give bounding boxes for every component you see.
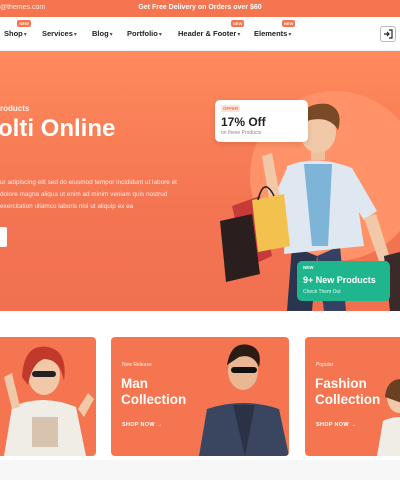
- man-model-image: [199, 344, 289, 456]
- collection-kicker: Popular: [316, 362, 334, 368]
- offer-title: 17% Off: [221, 115, 266, 129]
- section-divider: [0, 460, 400, 480]
- chevron-down-icon: ▾: [158, 32, 162, 38]
- woman-model-image: [4, 346, 94, 456]
- nav-item-blog[interactable]: Blog▾: [92, 29, 113, 38]
- new-badge: NEW: [282, 20, 296, 27]
- nav-item-shop[interactable]: Shop▾ NEW: [4, 20, 31, 38]
- nav-item-portfolio[interactable]: Portfolio▾: [127, 29, 162, 38]
- new-badge: NEW: [17, 20, 31, 27]
- hero-cta-button[interactable]: [0, 227, 7, 247]
- new-badge: NEW: [231, 20, 245, 27]
- collection-card-man[interactable]: New Release Man Collection SHOP NOW →: [111, 337, 289, 456]
- nav-item-elements[interactable]: Elements▾ NEW: [254, 20, 296, 38]
- login-button[interactable]: [380, 26, 396, 42]
- new-products-title: 9+ New Products: [303, 275, 376, 285]
- nav-item-services[interactable]: Services▾: [42, 29, 77, 38]
- new-products-card[interactable]: NEW 9+ New Products Check Them Out: [297, 261, 390, 301]
- shop-now-link[interactable]: SHOP NOW →: [316, 422, 357, 428]
- collection-kicker: New Release: [122, 362, 152, 368]
- main-nav: Shop▾ NEW Services▾ Blog▾ Portfolio▾ Hea…: [0, 17, 400, 51]
- hero-kicker: roducts: [0, 104, 30, 113]
- promo-text: Get Free Delivery on Orders over $60: [138, 4, 262, 11]
- chevron-down-icon: ▾: [288, 32, 292, 38]
- nav-item-header-footer[interactable]: Header & Footer▾ NEW: [178, 20, 245, 38]
- chevron-down-icon: ▾: [109, 32, 113, 38]
- collection-card-women[interactable]: [0, 337, 96, 456]
- offer-subtitle: on these Products: [221, 130, 262, 136]
- hero-description: ur adipiscing elit sed do eiusmod tempor…: [0, 179, 177, 210]
- offer-tag: OFFER: [221, 105, 241, 112]
- collection-title: Man Collection: [121, 376, 187, 407]
- chevron-down-icon: ▾: [23, 32, 27, 38]
- chevron-down-icon: ▾: [73, 32, 77, 38]
- offer-card: OFFER 17% Off on these Products: [215, 100, 308, 142]
- hero-banner: roducts olti Online ur adipiscing elit s…: [0, 51, 400, 311]
- hero-title: olti Online: [0, 115, 116, 142]
- fashion-model-image: [377, 378, 400, 456]
- shop-now-link[interactable]: SHOP NOW →: [122, 422, 163, 428]
- new-products-subtitle: Check Them Out: [303, 289, 341, 295]
- collection-card-fashion[interactable]: Popular Fashion Collection SHOP NOW →: [305, 337, 400, 456]
- promo-bar: @themes.com Get Free Delivery on Orders …: [0, 0, 400, 17]
- login-icon: [384, 29, 393, 39]
- new-tag: NEW: [303, 265, 314, 270]
- collection-title: Fashion Collection: [315, 376, 381, 407]
- chevron-down-icon: ▾: [237, 32, 241, 38]
